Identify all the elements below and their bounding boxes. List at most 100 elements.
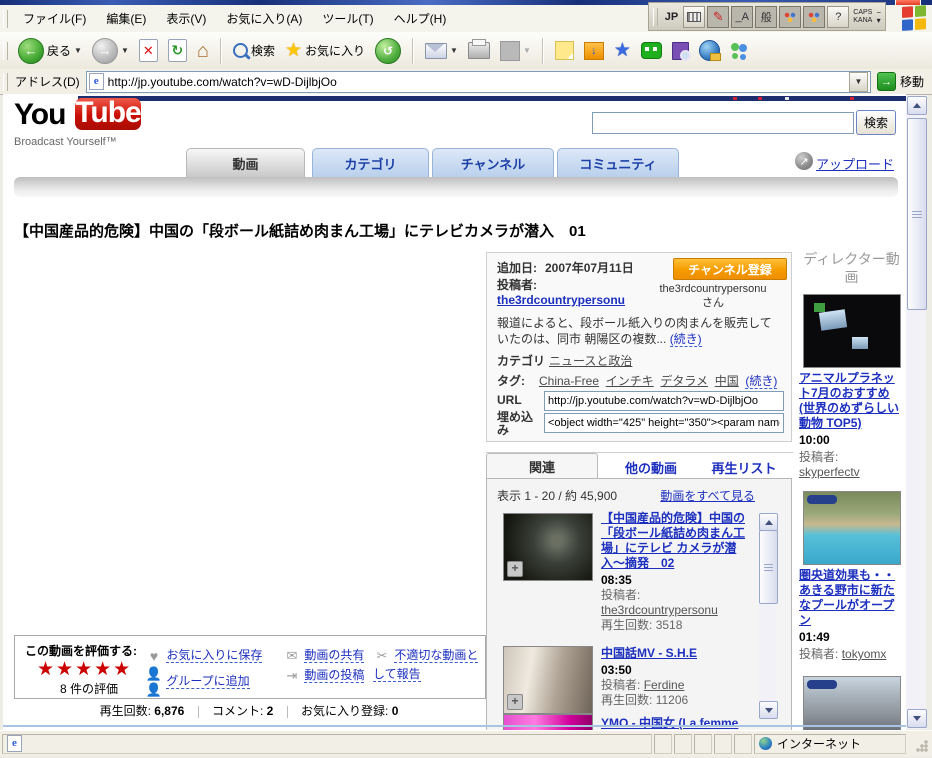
forward-dropdown-icon[interactable]: ▼ xyxy=(121,46,129,55)
ime-help-icon[interactable]: ? xyxy=(827,6,849,28)
see-all-videos-link[interactable]: 動画をすべて見る xyxy=(660,487,755,504)
tab-playlists[interactable]: 再生リスト xyxy=(696,456,792,478)
related-video-link[interactable]: 中国話MV - S.H.E xyxy=(601,646,697,660)
scrollbar-thumb[interactable] xyxy=(759,530,778,604)
related-thumbnail[interactable]: + xyxy=(503,646,593,714)
address-dropdown-icon[interactable]: ▼ xyxy=(849,72,868,92)
history-button[interactable]: ↺ xyxy=(370,38,406,64)
messenger-button[interactable] xyxy=(725,42,755,60)
youtube-logo-you[interactable]: You xyxy=(14,98,65,132)
sidebar-video-link[interactable]: アニマルプラネット7月のおすすめ(世界のめずらしい動物 TOP5) xyxy=(799,371,904,431)
related-list-scrollbar[interactable] xyxy=(759,513,776,719)
sidebar-author-link[interactable]: skyperfectv xyxy=(799,465,860,479)
window-scrollbar[interactable] xyxy=(906,95,926,729)
ime-pad-icon[interactable] xyxy=(803,6,825,28)
tab-categories[interactable]: カテゴリ xyxy=(312,148,429,177)
print-button[interactable] xyxy=(463,42,495,59)
discuss-button[interactable] xyxy=(550,41,579,60)
edit-dropdown-icon[interactable]: ▼ xyxy=(523,46,531,55)
related-author-link[interactable]: the3rdcountrypersonu xyxy=(601,603,718,617)
robot-tool-button[interactable] xyxy=(636,42,667,59)
keyboard-icon[interactable] xyxy=(683,6,705,28)
site-search-button[interactable]: 検索 xyxy=(856,110,896,135)
ime-input-mode[interactable]: _A xyxy=(731,6,753,28)
ime-grip[interactable] xyxy=(653,8,658,26)
resize-grip[interactable] xyxy=(908,734,930,754)
mail-dropdown-icon[interactable]: ▼ xyxy=(450,46,458,55)
messenger-star-button[interactable]: ★ xyxy=(609,41,636,60)
toolbar-grip[interactable] xyxy=(3,42,8,60)
related-video-link[interactable]: 【中国産品的危険】中国の「段ボール紙詰め肉まん工場」にテレビ カメラが潜入～摘発… xyxy=(601,511,745,570)
back-button[interactable]: ← 戻る ▼ xyxy=(13,38,87,64)
related-thumbnail[interactable] xyxy=(503,714,593,730)
tags-more-link[interactable]: (続き) xyxy=(745,374,777,389)
pen-icon[interactable]: ✎ xyxy=(707,6,729,28)
scrollbar-thumb[interactable] xyxy=(907,118,927,310)
site-search-input[interactable] xyxy=(592,112,854,134)
tab-channels[interactable]: チャンネル xyxy=(432,148,554,177)
menu-help[interactable]: ヘルプ(H) xyxy=(384,8,457,29)
upload-link[interactable]: アップロード xyxy=(816,154,894,173)
tag-link[interactable]: デタラメ xyxy=(660,374,708,388)
tab-community[interactable]: コミュニティ xyxy=(557,148,679,177)
address-grip[interactable] xyxy=(3,73,8,91)
add-group-action[interactable]: 👤👤 グループに追加 xyxy=(145,666,250,698)
web-folder-button[interactable] xyxy=(694,40,725,61)
search-button-toolbar[interactable]: 検索 xyxy=(228,42,280,59)
refresh-button[interactable]: ↻ xyxy=(163,39,192,62)
sidebar-thumbnail[interactable] xyxy=(803,491,901,565)
address-input[interactable]: e http://jp.youtube.com/watch?v=wD-Dijlb… xyxy=(86,71,871,93)
ime-tools-icon[interactable] xyxy=(779,6,801,28)
report-action[interactable]: ✂ 不適切な動画として報告 xyxy=(373,646,479,683)
sidebar-video-link[interactable]: 圏央道効果も・・あきる野市に新たなプールがオープン xyxy=(799,568,904,628)
upload-icon[interactable]: ↗ xyxy=(795,152,813,170)
scroll-up-icon[interactable] xyxy=(907,96,927,115)
download-manager-button[interactable]: ↓ xyxy=(579,42,609,60)
plus-overlay-icon[interactable]: + xyxy=(507,694,523,710)
sidebar-author-link[interactable]: tokyomx xyxy=(842,647,887,661)
go-button[interactable]: → 移動 xyxy=(871,72,932,91)
tag-link[interactable]: インチキ xyxy=(606,374,654,388)
tab-videos[interactable]: 動画 xyxy=(186,148,305,177)
edit-button[interactable]: ▼ xyxy=(495,41,536,61)
tab-other-videos[interactable]: 他の動画 xyxy=(603,456,699,478)
favorites-button[interactable]: ★ お気に入り xyxy=(280,41,370,60)
research-button[interactable] xyxy=(667,42,694,60)
star-rating[interactable]: ★★★★★ xyxy=(37,660,132,679)
related-author-link[interactable]: Ferdine xyxy=(644,678,685,692)
mail-button[interactable]: ▼ xyxy=(420,43,463,59)
forward-button[interactable]: → ▼ xyxy=(87,38,134,64)
menu-file[interactable]: ファイル(F) xyxy=(13,8,96,29)
back-dropdown-icon[interactable]: ▼ xyxy=(74,46,82,55)
ime-minimize-icon[interactable]: −▾ xyxy=(876,10,881,24)
subscribe-button[interactable]: チャンネル登録 xyxy=(673,258,787,280)
tag-link[interactable]: 中国 xyxy=(715,374,739,388)
related-video-link[interactable]: YMO - 中国女 (La femme xyxy=(601,716,738,730)
save-favorite-action[interactable]: ♥ お気に入りに保存 xyxy=(145,646,262,664)
tag-link[interactable]: China-Free xyxy=(539,374,599,388)
sidebar-thumbnail[interactable] xyxy=(803,676,901,730)
youtube-logo-tube[interactable]: Tube xyxy=(75,98,141,130)
post-video-action[interactable]: ⇥ 動画の投稿 xyxy=(283,666,364,684)
video-player[interactable] xyxy=(14,252,480,632)
toolbar-grip[interactable] xyxy=(3,10,8,28)
home-button[interactable]: ⌂ xyxy=(192,41,214,61)
stop-button[interactable]: ✕ xyxy=(134,39,163,62)
tab-related[interactable]: 関連 xyxy=(486,453,598,479)
embed-field[interactable] xyxy=(544,413,784,433)
plus-overlay-icon[interactable]: + xyxy=(507,561,523,577)
share-action[interactable]: ✉ 動画の共有 xyxy=(283,646,364,664)
menu-favorites[interactable]: お気に入り(A) xyxy=(216,8,312,29)
scroll-up-icon[interactable] xyxy=(759,513,778,531)
scroll-down-icon[interactable] xyxy=(907,709,927,728)
author-link[interactable]: the3rdcountrypersonu xyxy=(497,293,625,307)
sidebar-thumbnail[interactable] xyxy=(803,294,901,368)
ime-jp-label[interactable]: JP xyxy=(662,11,681,23)
related-thumbnail[interactable]: + xyxy=(503,513,593,581)
menu-tools[interactable]: ツール(T) xyxy=(312,8,383,29)
ime-caps-kana[interactable]: CAPS KANA xyxy=(851,9,874,25)
url-field[interactable] xyxy=(544,391,784,411)
ime-conversion-mode[interactable]: 般 xyxy=(755,6,777,28)
category-link[interactable]: ニュースと政治 xyxy=(549,352,632,369)
menu-view[interactable]: 表示(V) xyxy=(156,8,216,29)
